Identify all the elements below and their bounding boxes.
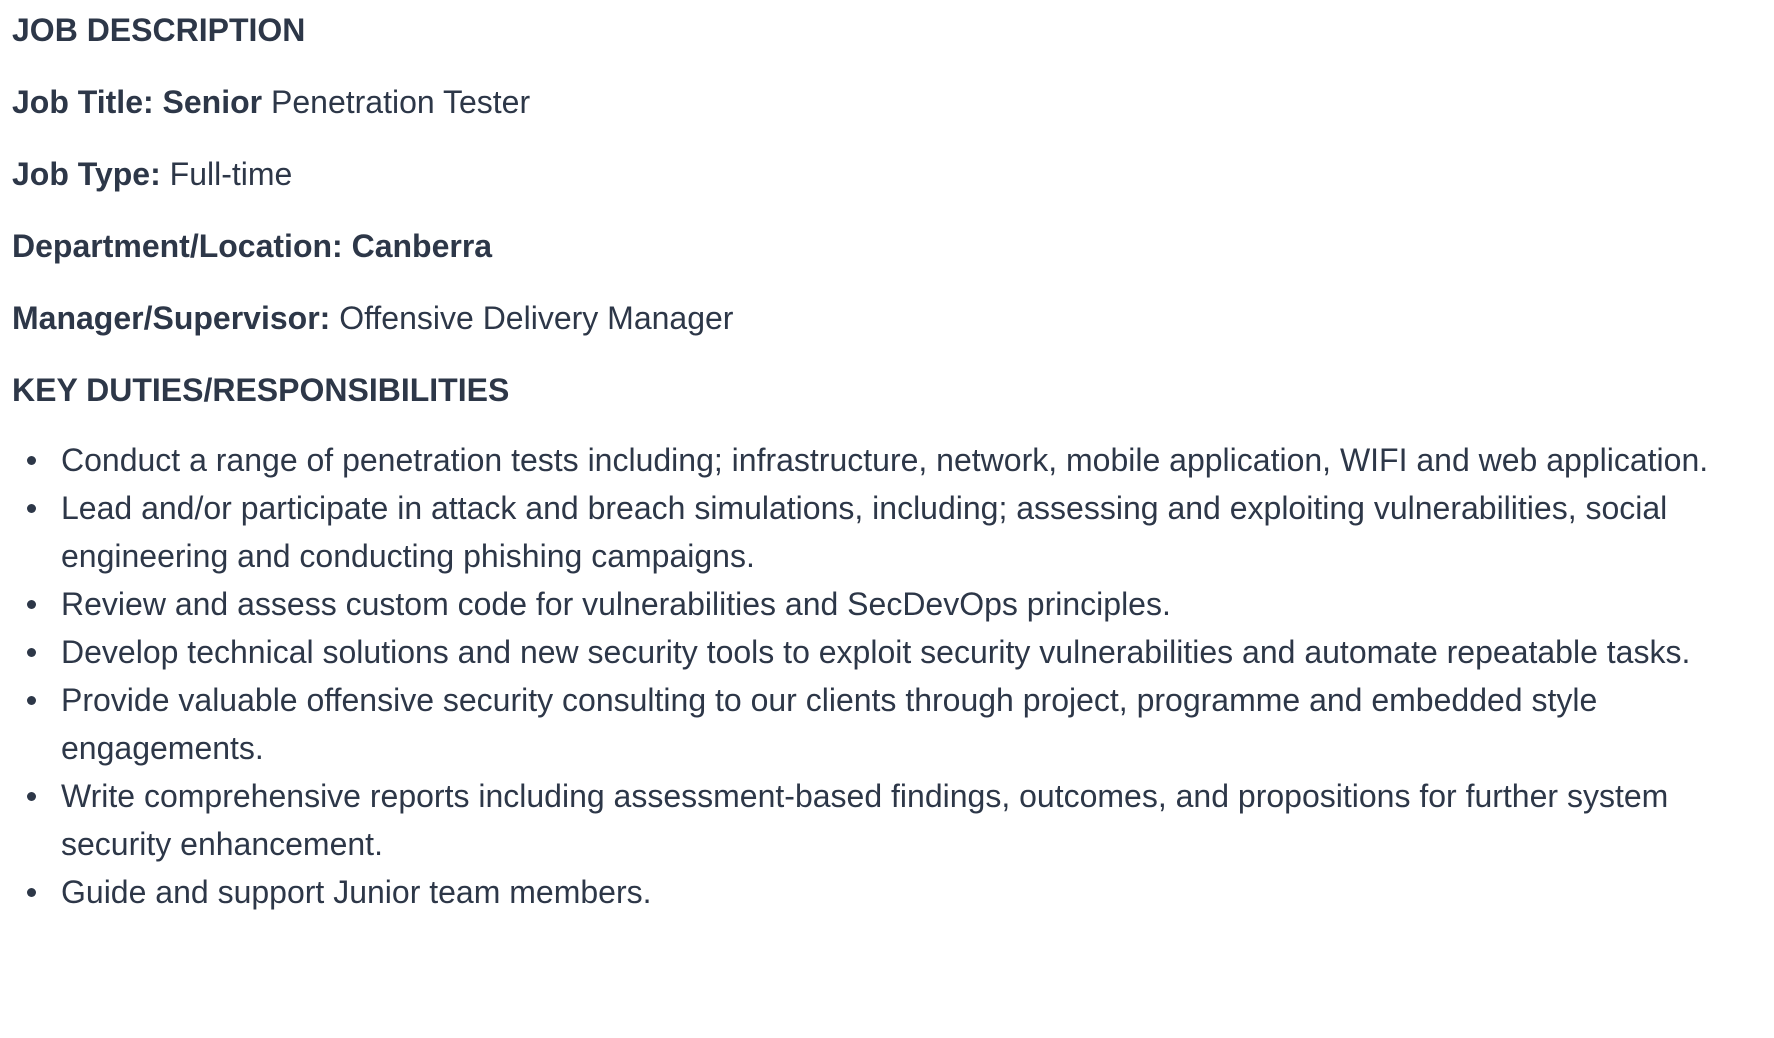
job-title-value: Penetration Tester (271, 84, 531, 120)
job-title-field: Job Title: Senior Penetration Tester (12, 76, 1762, 128)
bullet-icon (27, 888, 36, 897)
duty-text: Review and assess custom code for vulner… (61, 586, 1171, 622)
list-item: Develop technical solutions and new secu… (27, 628, 1762, 676)
duty-text: Write comprehensive reports including as… (61, 778, 1669, 862)
duty-text: Guide and support Junior team members. (61, 874, 652, 910)
key-duties-heading: KEY DUTIES/RESPONSIBILITIES (12, 372, 510, 408)
job-type-label: Job Type: (12, 156, 161, 192)
list-item: Lead and/or participate in attack and br… (27, 484, 1762, 580)
manager-label: Manager/Supervisor: (12, 300, 331, 336)
list-item: Conduct a range of penetration tests inc… (27, 436, 1762, 484)
list-item: Review and assess custom code for vulner… (27, 580, 1762, 628)
job-title-label: Job Title: (12, 84, 154, 120)
manager-value: Offensive Delivery Manager (339, 300, 734, 336)
duty-text: Provide valuable offensive security cons… (61, 682, 1598, 766)
bullet-icon (27, 696, 36, 705)
manager-field: Manager/Supervisor: Offensive Delivery M… (12, 292, 1762, 344)
department-field: Department/Location: Canberra (12, 220, 1762, 272)
department-label: Department/Location: (12, 228, 343, 264)
bullet-icon (27, 504, 36, 513)
duty-text: Conduct a range of penetration tests inc… (61, 442, 1709, 478)
duty-text: Lead and/or participate in attack and br… (61, 490, 1668, 574)
duties-list: Conduct a range of penetration tests inc… (12, 436, 1762, 916)
list-item: Guide and support Junior team members. (27, 868, 1762, 916)
duty-text: Develop technical solutions and new secu… (61, 634, 1691, 670)
job-description-heading: JOB DESCRIPTION (12, 12, 306, 48)
bullet-icon (27, 456, 36, 465)
list-item: Provide valuable offensive security cons… (27, 676, 1762, 772)
job-type-field: Job Type: Full-time (12, 148, 1762, 200)
list-item: Write comprehensive reports including as… (27, 772, 1762, 868)
bullet-icon (27, 792, 36, 801)
bullet-icon (27, 600, 36, 609)
job-title-level: Senior (162, 84, 263, 120)
bullet-icon (27, 648, 36, 657)
department-value: Canberra (351, 228, 493, 264)
job-type-value: Full-time (169, 156, 293, 192)
job-description-document: JOB DESCRIPTION Job Title: Senior Penetr… (0, 0, 1774, 916)
